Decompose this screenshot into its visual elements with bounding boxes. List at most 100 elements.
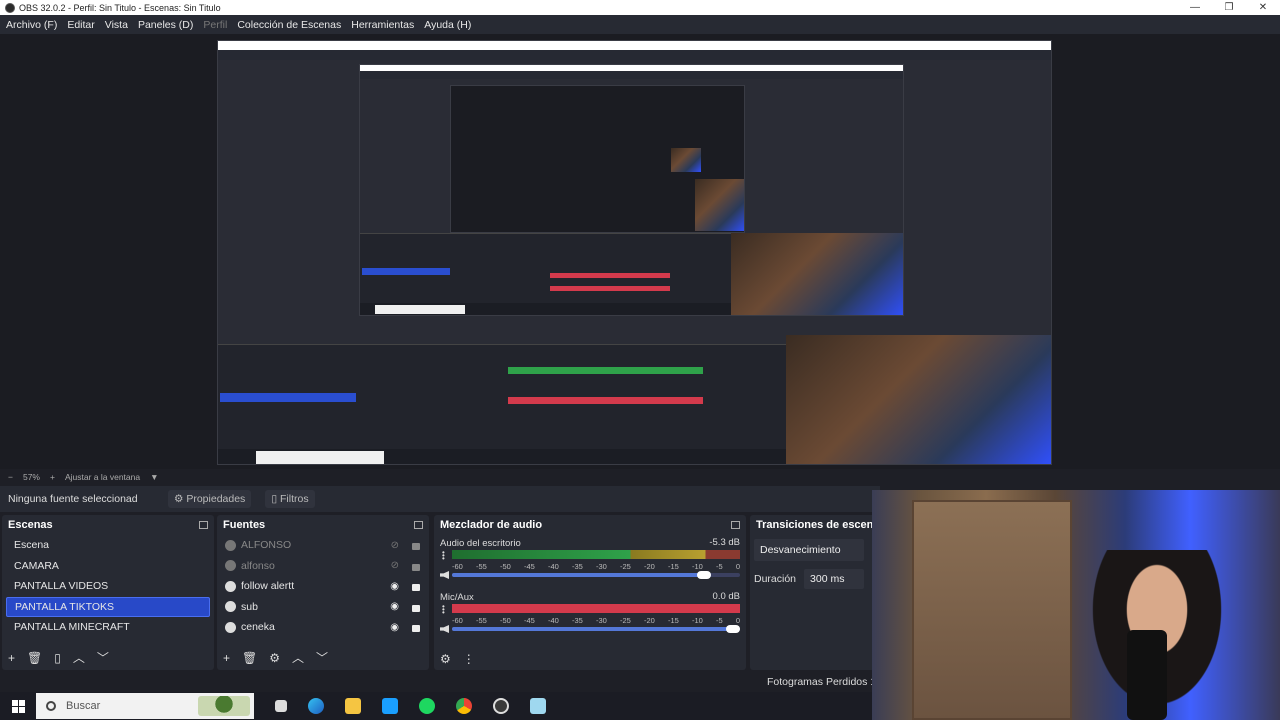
add-icon[interactable]: + bbox=[223, 651, 230, 665]
source-name: ceneka bbox=[241, 621, 275, 634]
source-item[interactable]: sub ◉ bbox=[217, 597, 429, 618]
meter-tick-label: -45 bbox=[524, 562, 535, 571]
move-up-icon[interactable]: ︿ bbox=[73, 649, 85, 666]
minimize-button[interactable]: — bbox=[1178, 2, 1212, 13]
lock-icon[interactable] bbox=[412, 584, 420, 591]
edge-icon[interactable] bbox=[308, 698, 324, 714]
steam-icon[interactable] bbox=[382, 698, 398, 714]
source-name: follow alertt bbox=[241, 580, 295, 593]
gear-icon: ⚙ bbox=[174, 493, 187, 505]
scene-item[interactable]: CAMARA bbox=[6, 556, 210, 577]
zoom-in-button[interactable]: + bbox=[50, 472, 55, 482]
lock-icon[interactable] bbox=[412, 625, 420, 632]
zoom-dropdown-icon[interactable]: ▼ bbox=[150, 472, 158, 482]
lock-icon[interactable] bbox=[412, 604, 420, 612]
move-up-icon[interactable]: ︿ bbox=[292, 649, 304, 666]
menu-ayuda[interactable]: Ayuda (H) bbox=[424, 19, 471, 31]
source-type-icon bbox=[225, 560, 236, 572]
source-item[interactable]: ALFONSO ⊘ bbox=[217, 535, 429, 556]
dock-float-button[interactable] bbox=[731, 521, 740, 529]
eye-hidden-icon[interactable]: ⊘ bbox=[391, 560, 399, 571]
meter-tick-label: 0 bbox=[735, 562, 740, 571]
transition-select[interactable]: Desvanecimiento bbox=[754, 539, 864, 561]
obs-icon[interactable] bbox=[493, 698, 509, 714]
volume-slider[interactable] bbox=[452, 571, 740, 579]
eye-icon[interactable]: ◉ bbox=[390, 622, 399, 633]
duration-label: Duración bbox=[754, 573, 797, 585]
menu-archivo[interactable]: Archivo (F) bbox=[6, 19, 57, 31]
zoom-bar: − 57% + Ajustar a la ventana ▼ bbox=[0, 469, 1280, 485]
scene-item[interactable]: Escena bbox=[6, 535, 210, 556]
spotify-icon[interactable] bbox=[419, 698, 435, 714]
file-explorer-icon[interactable] bbox=[345, 698, 361, 714]
window-title: OBS 32.0.2 - Perfil: Sin Titulo - Escena… bbox=[19, 2, 221, 13]
source-item[interactable]: follow alertt ◉ bbox=[217, 576, 429, 597]
window-titlebar: OBS 32.0.2 - Perfil: Sin Titulo - Escena… bbox=[0, 0, 1280, 15]
meter-tick-label: -40 bbox=[548, 562, 559, 571]
properties-button[interactable]: ⚙ Propiedades bbox=[168, 490, 252, 508]
sources-dock: Fuentes ALFONSO ⊘ alfonso ⊘ follow alertt ◉… bbox=[217, 515, 429, 670]
volume-slider[interactable] bbox=[452, 625, 740, 633]
preview-canvas[interactable] bbox=[0, 34, 1280, 469]
windows-logo-icon bbox=[11, 699, 25, 713]
meter-tick-label: -35 bbox=[572, 562, 583, 571]
move-down-icon[interactable]: ﹀ bbox=[97, 649, 109, 666]
more-icon[interactable]: • • • bbox=[442, 549, 445, 563]
dock-float-button[interactable] bbox=[199, 521, 208, 529]
lock-icon[interactable] bbox=[412, 543, 420, 550]
lock-icon[interactable] bbox=[412, 563, 420, 571]
maximize-button[interactable]: ❐ bbox=[1212, 2, 1246, 13]
filters-button[interactable]: ▯ Filtros bbox=[265, 490, 315, 508]
menu-vista[interactable]: Vista bbox=[105, 19, 128, 31]
source-type-icon bbox=[225, 601, 236, 613]
move-down-icon[interactable]: ﹀ bbox=[316, 649, 328, 666]
trash-icon[interactable]: 🗑 bbox=[27, 651, 42, 665]
zoom-out-button[interactable]: − bbox=[8, 472, 13, 482]
properties-label: Propiedades bbox=[186, 493, 246, 505]
wooden-cabinet bbox=[912, 500, 1072, 720]
scene-item[interactable]: PANTALLA VIDEOS bbox=[6, 576, 210, 597]
duration-input[interactable]: 300 ms bbox=[804, 569, 865, 589]
menu-editar[interactable]: Editar bbox=[67, 19, 94, 31]
speaker-icon[interactable] bbox=[440, 625, 449, 633]
more-options-icon[interactable]: ⋮ bbox=[463, 652, 475, 666]
menu-herramientas[interactable]: Herramientas bbox=[351, 19, 414, 31]
nested-preview-level3 bbox=[450, 85, 745, 233]
chrome-icon[interactable] bbox=[456, 698, 472, 714]
zoom-value: 57% bbox=[22, 472, 40, 482]
source-item[interactable]: alfonso ⊘ bbox=[217, 556, 429, 577]
add-icon[interactable]: + bbox=[8, 651, 15, 665]
no-source-label: Ninguna fuente seleccionad bbox=[8, 493, 138, 505]
dock-float-button[interactable] bbox=[414, 521, 423, 529]
audio-mixer-dock: Mezclador de audio Audio del escritorio … bbox=[434, 515, 746, 670]
source-item[interactable]: ceneka ◉ bbox=[217, 617, 429, 638]
eye-hidden-icon[interactable]: ⊘ bbox=[391, 540, 399, 551]
eye-icon[interactable]: ◉ bbox=[390, 581, 399, 592]
close-button[interactable]: ✕ bbox=[1246, 2, 1280, 13]
scene-item-selected[interactable]: PANTALLA TIKTOKS bbox=[6, 596, 210, 617]
task-view-icon[interactable] bbox=[275, 700, 287, 712]
meter-tick-label: -55 bbox=[476, 616, 487, 625]
start-button[interactable] bbox=[0, 699, 36, 713]
menu-coleccion[interactable]: Colección de Escenas bbox=[237, 19, 341, 31]
search-icon bbox=[46, 701, 56, 711]
volume-knob[interactable] bbox=[726, 625, 740, 633]
meter-tick-label: -35 bbox=[572, 616, 583, 625]
menu-paneles[interactable]: Paneles (D) bbox=[138, 19, 193, 31]
notepad-icon[interactable] bbox=[530, 698, 546, 714]
mixer-track-desktop: Audio del escritorio -5.3 dB • • • -60 -55 -… bbox=[434, 535, 746, 589]
fit-window-label[interactable]: Ajustar a la ventana bbox=[65, 472, 140, 482]
volume-knob[interactable] bbox=[697, 571, 712, 579]
scene-item[interactable]: PANTALLA MINECRAFT bbox=[6, 617, 210, 638]
eye-icon[interactable]: ◉ bbox=[390, 601, 399, 612]
menu-perfil[interactable]: Perfil bbox=[203, 19, 227, 31]
advanced-audio-icon[interactable]: ⚙ bbox=[440, 652, 451, 666]
gear-icon[interactable]: ⚙ bbox=[269, 651, 280, 665]
filter-icon[interactable]: ▯ bbox=[54, 651, 61, 665]
meter-tick-label: -40 bbox=[548, 616, 559, 625]
speaker-icon[interactable] bbox=[440, 571, 449, 579]
meter-tick-label: -60 bbox=[452, 616, 463, 625]
more-icon[interactable]: • • • bbox=[442, 603, 445, 617]
taskbar-search[interactable]: Buscar bbox=[36, 693, 254, 719]
trash-icon[interactable]: 🗑 bbox=[242, 651, 257, 665]
